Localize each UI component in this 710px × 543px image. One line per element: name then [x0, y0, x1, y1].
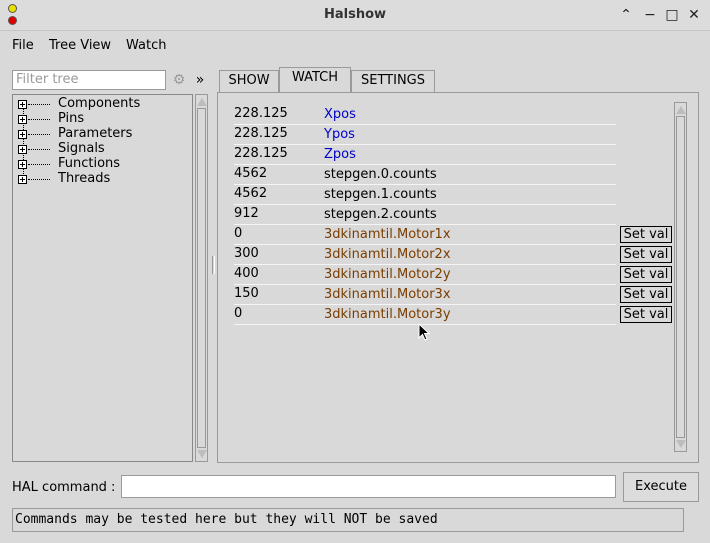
set-val-button[interactable]: Set val — [620, 306, 672, 323]
tree-item-label: Threads — [58, 171, 111, 186]
scroll-down-icon[interactable] — [676, 440, 686, 448]
tree-item-label: Functions — [58, 156, 121, 171]
expand-panel-button[interactable]: » — [193, 70, 207, 90]
tab-show[interactable]: SHOW — [219, 70, 279, 92]
tree-scrollbar[interactable] — [195, 94, 208, 462]
menu-watch[interactable]: Watch — [126, 38, 166, 53]
hal-tree[interactable]: Components Pins Parameters Signals Funct… — [12, 94, 193, 462]
watch-value: 150 — [234, 286, 259, 301]
watch-value: 300 — [234, 246, 259, 261]
hal-command-input[interactable] — [121, 475, 616, 498]
expand-icon[interactable] — [18, 160, 27, 169]
tree-item-pins[interactable]: Pins — [13, 111, 183, 127]
tab-settings[interactable]: SETTINGS — [351, 70, 435, 92]
watch-value: 912 — [234, 206, 259, 221]
watch-pin-name: stepgen.1.counts — [324, 187, 437, 202]
expand-icon[interactable] — [18, 100, 27, 109]
watch-row: 4562 stepgen.0.counts — [234, 165, 616, 185]
watch-value: 4562 — [234, 186, 268, 201]
watch-pin-name: Zpos — [324, 147, 356, 162]
pane-sash-handle[interactable] — [212, 256, 215, 274]
gear-icon[interactable]: ⚙ — [171, 70, 187, 90]
scroll-thumb[interactable] — [197, 108, 206, 448]
tree-branch-line — [28, 134, 50, 135]
menu-file[interactable]: File — [12, 38, 34, 53]
tree-item-label: Pins — [58, 111, 85, 126]
watch-value: 228.125 — [234, 126, 288, 141]
scroll-up-icon[interactable] — [676, 106, 686, 114]
watch-value: 0 — [234, 306, 243, 321]
watch-value: 228.125 — [234, 146, 288, 161]
watch-pin-name: 3dkinamtil.Motor3x — [324, 287, 451, 302]
tree-branch-line — [28, 149, 50, 150]
menu-bar: File Tree View Watch — [0, 31, 710, 61]
mouse-pointer-icon — [418, 323, 430, 341]
close-icon[interactable]: ✕ — [686, 6, 702, 24]
watch-scrollbar[interactable] — [674, 102, 687, 452]
watch-row: 300 3dkinamtil.Motor2x — [234, 245, 616, 265]
tree-item-label: Parameters — [58, 126, 133, 141]
window-title: Halshow — [323, 7, 387, 22]
hal-command-label: HAL command : — [12, 480, 116, 495]
watch-row: 228.125 Ypos — [234, 125, 616, 145]
scroll-up-icon[interactable] — [197, 98, 207, 106]
watch-value: 0 — [234, 226, 243, 241]
watch-row: 400 3dkinamtil.Motor2y — [234, 265, 616, 285]
expand-icon[interactable] — [18, 115, 27, 124]
watch-pin-name: 3dkinamtil.Motor2x — [324, 247, 451, 262]
tree-branch-line — [28, 119, 50, 120]
watch-row: 0 3dkinamtil.Motor1x — [234, 225, 616, 245]
menu-tree-view[interactable]: Tree View — [49, 38, 111, 53]
tree-item-components[interactable]: Components — [13, 96, 183, 112]
watch-panel: 228.125 Xpos 228.125 Ypos 228.125 Zpos 4562 ste… — [217, 92, 699, 463]
execute-button[interactable]: Execute — [623, 472, 699, 502]
watch-pin-name: stepgen.0.counts — [324, 167, 437, 182]
watch-value: 400 — [234, 266, 259, 281]
set-val-button[interactable]: Set val — [620, 226, 672, 243]
expand-icon[interactable] — [18, 145, 27, 154]
watch-pin-name: Xpos — [324, 107, 356, 122]
maximize-icon[interactable]: □ — [664, 6, 680, 24]
expand-icon[interactable] — [18, 175, 27, 184]
watch-row: 150 3dkinamtil.Motor3x — [234, 285, 616, 305]
set-val-button[interactable]: Set val — [620, 266, 672, 283]
tree-branch-line — [28, 179, 50, 180]
tree-item-threads[interactable]: Threads — [13, 171, 183, 187]
tree-item-label: Components — [58, 96, 141, 111]
watch-pin-name: 3dkinamtil.Motor1x — [324, 227, 451, 242]
minimize-icon[interactable]: − — [642, 6, 658, 24]
watch-row: 4562 stepgen.1.counts — [234, 185, 616, 205]
tree-branch-line — [28, 164, 50, 165]
tab-watch[interactable]: WATCH — [279, 67, 351, 92]
tree-branch-line — [28, 104, 50, 105]
watch-value: 4562 — [234, 166, 268, 181]
watch-pin-name: 3dkinamtil.Motor2y — [324, 267, 451, 282]
shade-up-icon[interactable]: ⌃ — [618, 6, 634, 24]
scroll-down-icon[interactable] — [197, 450, 207, 458]
watch-pin-name: stepgen.2.counts — [324, 207, 437, 222]
tree-item-parameters[interactable]: Parameters — [13, 126, 183, 142]
watch-pin-name: 3dkinamtil.Motor3y — [324, 307, 451, 322]
title-bar: Halshow ⌃ − □ ✕ — [0, 0, 710, 31]
watch-row: 0 3dkinamtil.Motor3y — [234, 305, 616, 325]
watch-row: 912 stepgen.2.counts — [234, 205, 616, 225]
watch-row: 228.125 Zpos — [234, 145, 616, 165]
scroll-thumb[interactable] — [676, 116, 685, 438]
filter-tree-input[interactable]: Filter tree — [12, 70, 166, 90]
set-val-button[interactable]: Set val — [620, 286, 672, 303]
set-val-button[interactable]: Set val — [620, 246, 672, 263]
expand-icon[interactable] — [18, 130, 27, 139]
tree-item-functions[interactable]: Functions — [13, 156, 183, 172]
status-message: Commands may be tested here but they wil… — [12, 508, 684, 532]
watch-row: 228.125 Xpos — [234, 105, 616, 125]
watch-value: 228.125 — [234, 106, 288, 121]
tree-item-label: Signals — [58, 141, 105, 156]
tree-item-signals[interactable]: Signals — [13, 141, 183, 157]
watch-pin-name: Ypos — [324, 127, 355, 142]
